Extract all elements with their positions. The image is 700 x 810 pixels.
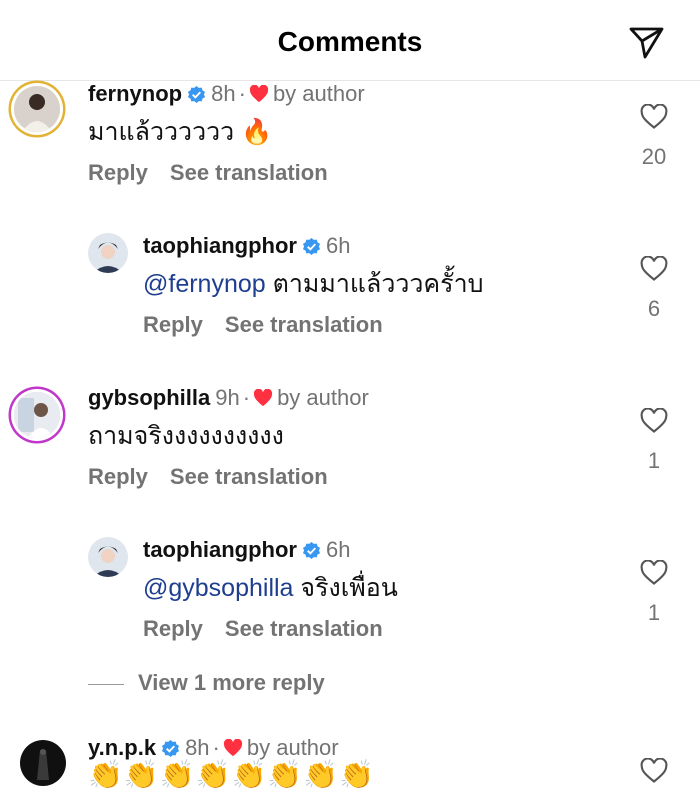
red-heart-icon: [249, 85, 269, 103]
liked-by-author-label: by author: [246, 735, 339, 760]
reply-button[interactable]: Reply: [143, 312, 203, 337]
like-count: 20: [641, 144, 667, 169]
separator: ·: [212, 735, 220, 760]
comments-header: Comments: [0, 0, 700, 81]
separator: ·: [242, 385, 251, 410]
avatar[interactable]: [14, 392, 60, 438]
verified-badge-icon: [188, 85, 206, 104]
heart-outline-icon[interactable]: [640, 104, 668, 130]
username[interactable]: y.n.p.k: [88, 735, 156, 760]
avatar[interactable]: [88, 233, 128, 273]
mention-link[interactable]: @fernynop: [143, 270, 266, 298]
comment-body: ตามมาแล้วววครั้าบ: [265, 270, 484, 298]
verified-badge-icon: [302, 541, 321, 560]
verified-badge-icon: [302, 237, 321, 256]
comment-time: 8h: [211, 81, 236, 106]
comment-text: @fernynop ตามมาแล้วววครั้าบ: [143, 268, 484, 300]
view-more-replies-label: View 1 more reply: [138, 670, 325, 695]
comment-meta: taophiangphor 6h: [143, 536, 350, 564]
comment-time: 9h: [215, 385, 240, 410]
comment-text: @gybsophilla จริงเพื่อน: [143, 572, 398, 604]
comment-text: 👏👏👏👏👏👏👏👏: [88, 759, 375, 790]
username[interactable]: fernynop: [88, 81, 182, 106]
like-count: 1: [647, 600, 661, 625]
see-translation-button[interactable]: See translation: [225, 616, 383, 641]
comment-body: จริงเพื่อน: [293, 574, 398, 602]
heart-outline-icon[interactable]: [640, 560, 668, 586]
reply-button[interactable]: Reply: [88, 160, 148, 185]
comment-meta: fernynop 8h · by author: [88, 80, 365, 108]
divider: [88, 683, 124, 685]
username[interactable]: taophiangphor: [143, 537, 297, 562]
comment-time: 6h: [325, 233, 351, 258]
username[interactable]: taophiangphor: [143, 233, 297, 258]
avatar[interactable]: [88, 537, 128, 577]
red-heart-icon: [223, 739, 242, 757]
comment-time: 8h: [185, 735, 210, 760]
comment-text: มาแล้วววววว 🔥: [88, 118, 273, 146]
red-heart-icon: [253, 389, 273, 407]
liked-by-author-label: by author: [272, 81, 365, 106]
verified-badge-icon: [162, 739, 180, 758]
heart-outline-icon[interactable]: [640, 758, 668, 784]
send-icon[interactable]: [626, 24, 666, 60]
heart-outline-icon[interactable]: [640, 408, 668, 434]
reply-button[interactable]: Reply: [143, 616, 203, 641]
avatar[interactable]: [14, 86, 60, 132]
see-translation-button[interactable]: See translation: [170, 160, 328, 185]
see-translation-button[interactable]: See translation: [225, 312, 383, 337]
comment-meta: gybsophilla 9h · by author: [88, 384, 369, 412]
avatar[interactable]: [20, 740, 66, 786]
separator: ·: [238, 81, 246, 106]
liked-by-author-label: by author: [277, 385, 369, 410]
like-count: 1: [647, 448, 661, 473]
comment-text: ถามจริงงงงงงงงงง: [88, 422, 284, 450]
see-translation-button[interactable]: See translation: [170, 464, 328, 489]
view-more-replies-button[interactable]: View 1 more reply: [88, 670, 325, 696]
reply-button[interactable]: Reply: [88, 464, 148, 489]
mention-link[interactable]: @gybsophilla: [143, 574, 293, 602]
comment-meta: taophiangphor 6h: [143, 232, 350, 260]
username[interactable]: gybsophilla: [88, 385, 210, 410]
heart-outline-icon[interactable]: [640, 256, 668, 282]
like-count: 6: [647, 296, 661, 321]
comment-time: 6h: [325, 537, 351, 562]
page-title: Comments: [277, 26, 423, 57]
